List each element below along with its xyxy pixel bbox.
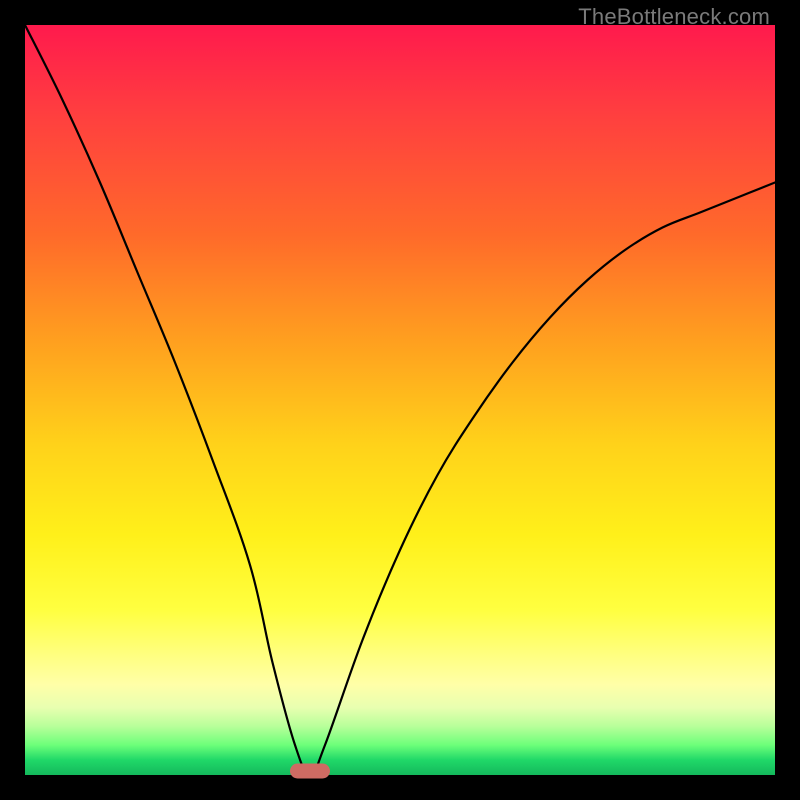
bottleneck-curve [25, 25, 775, 775]
optimal-point-marker [290, 764, 330, 779]
watermark-text: TheBottleneck.com [578, 4, 770, 30]
chart-frame: TheBottleneck.com [0, 0, 800, 800]
plot-area [25, 25, 775, 775]
